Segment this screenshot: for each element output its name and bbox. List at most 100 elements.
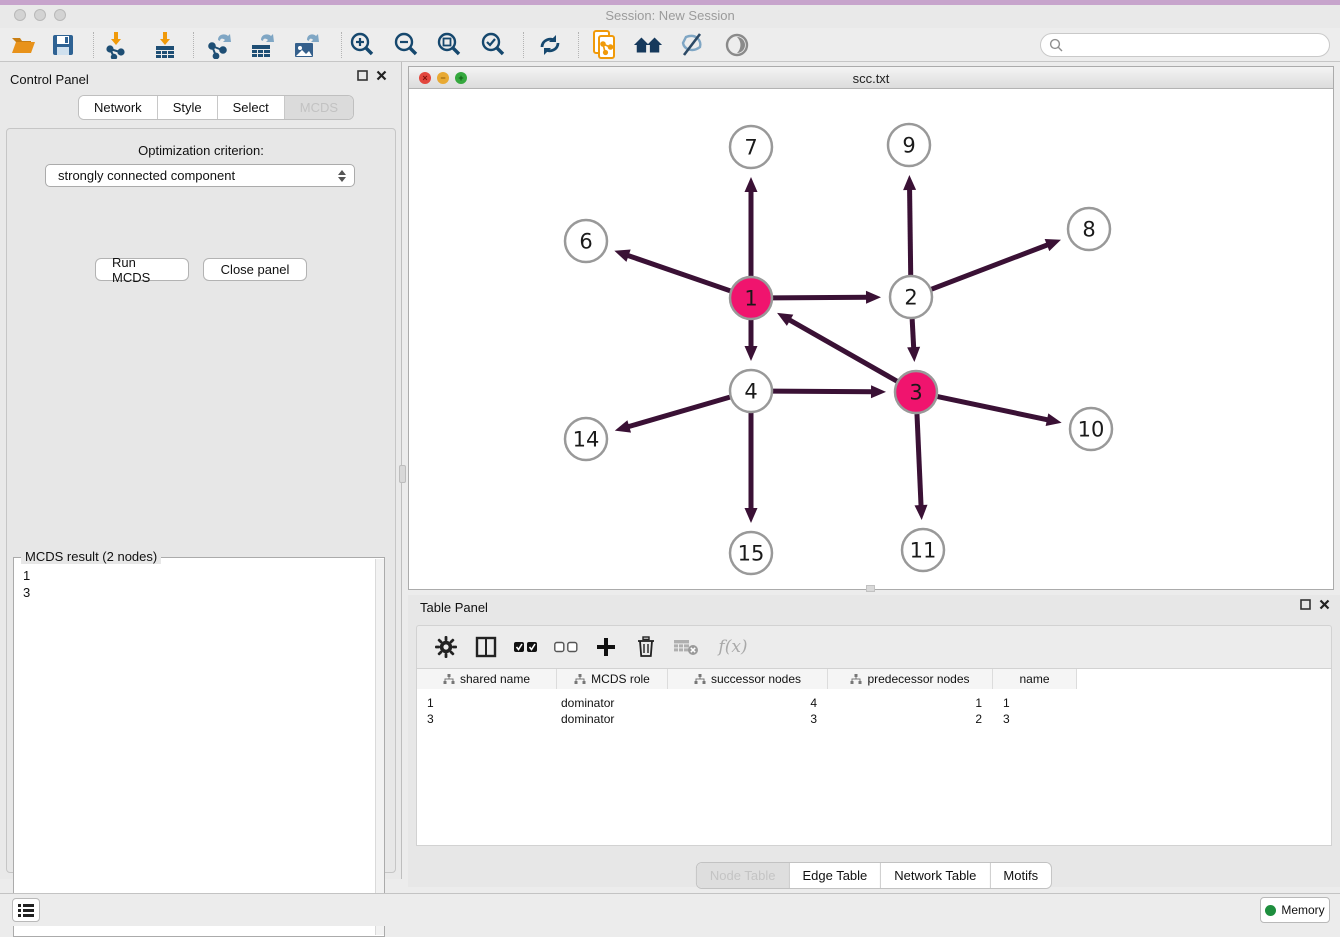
run-mcds-button[interactable]: Run MCDS [95, 258, 189, 281]
delete-column-icon[interactable] [633, 634, 659, 660]
column-header-shared-name[interactable]: shared name [417, 669, 557, 689]
zoom-in-icon[interactable] [347, 31, 377, 59]
table-row[interactable]: 1 dominator 4 1 1 [417, 695, 1331, 711]
cell-predecessor-nodes[interactable]: 1 [829, 696, 982, 710]
zoom-selected-icon[interactable] [478, 31, 508, 59]
tab-motifs[interactable]: Motifs [990, 863, 1051, 888]
main-toolbar [0, 28, 1340, 62]
panel-divider-handle[interactable] [399, 465, 406, 483]
float-panel-icon[interactable] [1300, 599, 1311, 610]
memory-button[interactable]: Memory [1260, 897, 1330, 923]
zoom-out-icon[interactable] [391, 31, 421, 59]
save-session-icon[interactable] [48, 31, 78, 59]
export-network-icon[interactable] [204, 31, 234, 59]
cell-name[interactable]: 1 [1003, 696, 1010, 710]
tab-network[interactable]: Network [79, 96, 158, 119]
graph-arrowhead [871, 385, 886, 398]
tab-select[interactable]: Select [218, 96, 285, 119]
graph-node-14[interactable]: 14 [565, 418, 607, 460]
graph-node-3[interactable]: 3 [895, 371, 937, 413]
cell-successor-nodes[interactable]: 3 [669, 712, 817, 726]
canvas-resize-handle[interactable] [866, 585, 875, 592]
graph-node-7[interactable]: 7 [730, 126, 772, 168]
tab-mcds[interactable]: MCDS [285, 96, 353, 119]
search-field[interactable] [1040, 33, 1330, 57]
search-input[interactable] [1068, 38, 1318, 52]
home-icon[interactable] [633, 31, 663, 59]
graphics-details-icon[interactable] [677, 31, 707, 59]
gear-icon[interactable] [433, 634, 459, 660]
deselect-all-icon[interactable] [553, 634, 579, 660]
float-panel-icon[interactable] [357, 70, 368, 81]
column-header-successor-nodes[interactable]: successor nodes [668, 669, 828, 689]
graph-node-11[interactable]: 11 [902, 529, 944, 571]
column-header-mcds-role[interactable]: MCDS role [557, 669, 668, 689]
network-view-titlebar[interactable]: × − + scc.txt [409, 67, 1333, 89]
tab-node-table[interactable]: Node Table [697, 863, 790, 888]
graph-node-10[interactable]: 10 [1070, 408, 1112, 450]
import-table-icon[interactable] [150, 31, 180, 59]
graph-edge-3-1[interactable] [787, 319, 896, 381]
table-panel-buttons [1300, 599, 1330, 610]
cell-shared-name[interactable]: 1 [427, 696, 434, 710]
table-row[interactable]: 3 dominator 3 2 3 [417, 711, 1331, 727]
graph-edge-1-6[interactable] [626, 255, 731, 291]
delete-table-icon[interactable] [673, 634, 699, 660]
zoom-fit-icon[interactable] [434, 31, 464, 59]
task-history-button[interactable] [12, 898, 40, 922]
cell-mcds-role[interactable]: dominator [561, 712, 614, 726]
columns-icon[interactable] [473, 634, 499, 660]
network-graph[interactable]: 1 2 3 4 6 7 8 9 10 11 14 15 [409, 89, 1333, 589]
toolbar-separator [341, 32, 342, 58]
graph-edge-2-3[interactable] [912, 319, 914, 350]
graph-edge-4-14[interactable] [626, 397, 730, 427]
network-canvas[interactable]: 1 2 3 4 6 7 8 9 10 11 14 15 [409, 89, 1333, 589]
hierarchy-icon [574, 674, 586, 685]
refresh-icon[interactable] [535, 31, 565, 59]
cell-successor-nodes[interactable]: 4 [669, 696, 817, 710]
column-header-name[interactable]: name [993, 669, 1077, 689]
svg-text:7: 7 [744, 136, 757, 160]
cell-mcds-role[interactable]: dominator [561, 696, 614, 710]
select-all-icon[interactable] [513, 634, 539, 660]
graph-edge-2-9[interactable] [910, 187, 911, 275]
graph-node-1[interactable]: 1 [730, 277, 772, 319]
optimization-criterion-select[interactable]: strongly connected component [45, 164, 355, 187]
graph-edge-2-8[interactable] [932, 244, 1050, 289]
tab-edge-table[interactable]: Edge Table [789, 863, 881, 888]
add-column-icon[interactable] [593, 634, 619, 660]
graph-arrowhead [1045, 239, 1061, 251]
svg-text:14: 14 [573, 428, 600, 452]
eye-icon[interactable] [722, 31, 752, 59]
mcds-result-title: MCDS result (2 nodes) [21, 549, 161, 564]
graph-edge-4-3[interactable] [773, 391, 874, 392]
graph-node-6[interactable]: 6 [565, 220, 607, 262]
graph-node-9[interactable]: 9 [888, 124, 930, 166]
toolbar-separator [193, 32, 194, 58]
cell-predecessor-nodes[interactable]: 2 [829, 712, 982, 726]
open-file-icon[interactable] [8, 31, 38, 59]
result-scrollbar[interactable] [375, 559, 384, 935]
graph-node-15[interactable]: 15 [730, 532, 772, 574]
graph-arrowhead [903, 175, 916, 190]
graph-node-8[interactable]: 8 [1068, 208, 1110, 250]
tab-style[interactable]: Style [158, 96, 218, 119]
export-image-icon[interactable] [291, 31, 321, 59]
graph-node-2[interactable]: 2 [890, 276, 932, 318]
function-builder-icon[interactable]: f(x) [713, 634, 753, 660]
close-panel-icon[interactable] [376, 70, 387, 81]
close-panel-button[interactable]: Close panel [203, 258, 307, 281]
graph-edge-1-2[interactable] [773, 297, 869, 298]
graph-node-4[interactable]: 4 [730, 370, 772, 412]
network-file-icon[interactable] [590, 31, 620, 59]
graph-edge-3-11[interactable] [917, 414, 921, 508]
export-table-icon[interactable] [247, 31, 277, 59]
cell-name[interactable]: 3 [1003, 712, 1010, 726]
close-panel-icon[interactable] [1319, 599, 1330, 610]
tab-network-table[interactable]: Network Table [881, 863, 990, 888]
chevron-updown-icon [338, 170, 346, 182]
cell-shared-name[interactable]: 3 [427, 712, 434, 726]
graph-edge-3-10[interactable] [938, 397, 1050, 421]
column-header-predecessor-nodes[interactable]: predecessor nodes [828, 669, 993, 689]
import-network-icon[interactable] [101, 31, 131, 59]
